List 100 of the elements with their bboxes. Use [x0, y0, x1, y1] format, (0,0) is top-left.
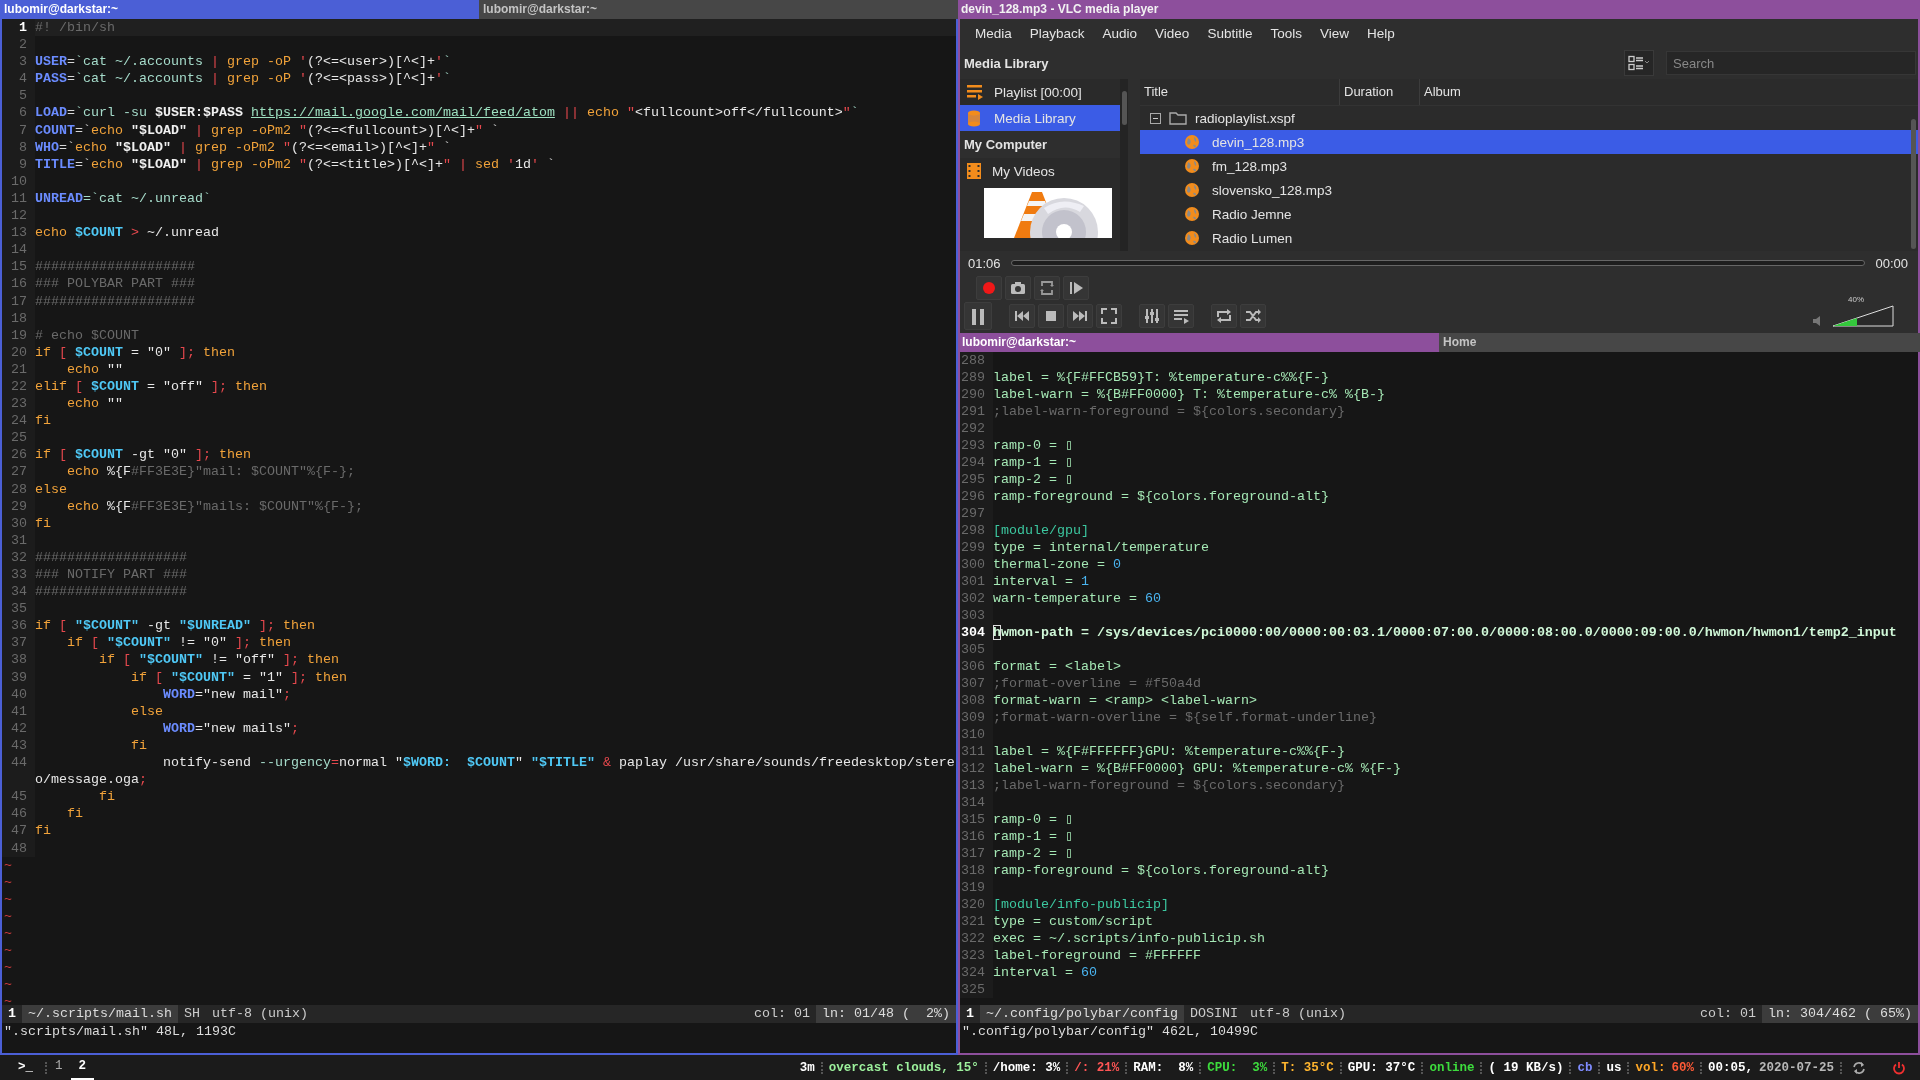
tree-row[interactable]: slovensko_128.mp3 [1140, 178, 1918, 202]
line-number: 27 [2, 463, 35, 481]
sidebar-item[interactable]: My Videos [960, 158, 1120, 184]
status-text: RAM: 8% [1133, 1060, 1194, 1075]
code-line: ;format-warn-overline = ${self.format-underline} [993, 709, 1378, 726]
line-number: 290 [960, 386, 993, 403]
empty-line-marker: ~ [3, 856, 13, 874]
line-number: 319 [960, 879, 993, 896]
pause-button[interactable] [964, 301, 992, 330]
line-number: 297 [960, 505, 993, 522]
column-header[interactable]: Duration [1340, 79, 1420, 105]
fullscreen-button[interactable] [1096, 303, 1122, 328]
line-number: 295 [960, 471, 993, 488]
line-number: 313 [960, 777, 993, 794]
globe-icon [1184, 158, 1200, 174]
tree-row[interactable]: Radio Jemne [1140, 202, 1918, 226]
equalizer-button[interactable] [1139, 303, 1165, 328]
cursor-column: col: 01 [748, 1005, 816, 1023]
menu-item[interactable]: Video [1146, 25, 1199, 41]
code-line: if [ "$COUNT" != "off" ]; then [98, 651, 340, 669]
tree-row[interactable]: Radio Lumen [1140, 226, 1918, 250]
stop-button[interactable] [1038, 303, 1064, 328]
tree-row[interactable]: fm_128.mp3 [1140, 154, 1918, 178]
camera-button[interactable] [1005, 275, 1031, 300]
sidebar-item[interactable]: Media Library [960, 105, 1120, 131]
status-text: ( 19 KB/s) [1488, 1060, 1564, 1075]
window-tab[interactable]: lubomir@darkstar:~ [958, 333, 1439, 352]
column-header[interactable]: Title [1140, 79, 1340, 105]
line-number: 36 [2, 617, 35, 635]
line-number: 15 [2, 258, 35, 276]
line-number: 34 [2, 583, 35, 601]
code-line: ;label-warn-foreground = ${colors.secondary} [993, 777, 1346, 794]
tree-row[interactable]: devin_128.mp3 [1140, 130, 1918, 154]
tree-row[interactable]: radioplaylist.xspf [1140, 106, 1918, 130]
power-icon[interactable] [1892, 1060, 1906, 1075]
menu-item[interactable]: Subtitle [1198, 25, 1262, 41]
line-number: 12 [2, 207, 35, 225]
code-line: label = %{F#FFFFFF}GPU: %temperature-c%%{F-} [993, 743, 1346, 760]
cursor-column: col: 01 [1694, 1005, 1763, 1023]
seek-bar[interactable] [1010, 260, 1866, 266]
code-line: WORD="new mails"; [162, 719, 300, 737]
menu-item[interactable]: Help [1357, 25, 1404, 41]
status-text: 00:05, [1707, 1060, 1753, 1075]
command-message: ".config/polybar/config" 462L, 10499C [961, 1023, 1259, 1041]
search-field[interactable]: Search [1666, 51, 1916, 75]
window-tab[interactable]: lubomir@darkstar:~ [0, 0, 479, 19]
shuffle-button[interactable] [1240, 303, 1266, 328]
line-number: 314 [960, 794, 993, 811]
code-line: ramp-2 = ▯ [993, 845, 1074, 862]
workspace-tab[interactable]: 1 [47, 1055, 71, 1080]
code-line: interval = 1 [993, 573, 1090, 590]
line-number: 37 [2, 634, 35, 652]
code-line: type = custom/script [993, 913, 1154, 930]
menu-item[interactable]: Playback [1020, 25, 1094, 41]
code-line: LOAD=`curl -su $USER:$PASS https://mail.google.com/mail/feed/atom || echo "<fullcount>off</fullcount>"` [35, 104, 860, 122]
globe-icon [1184, 206, 1200, 222]
status-text: vol: [1635, 1060, 1666, 1075]
elapsed-time: 01:06 [968, 255, 1001, 271]
playlist-icon [966, 84, 984, 100]
status-text: 3m [799, 1060, 815, 1075]
workspace-tab[interactable]: 2 [70, 1055, 95, 1080]
code-line: ################### [35, 583, 188, 601]
line-number: 318 [960, 862, 993, 879]
code-line: else [35, 480, 68, 498]
line-number: 322 [960, 930, 993, 947]
column-header[interactable]: Album [1420, 79, 1918, 105]
playlist-button[interactable] [1168, 303, 1194, 328]
previous-button[interactable] [1009, 303, 1035, 328]
scrollbar[interactable] [1911, 119, 1916, 249]
line-number: 1 [2, 19, 35, 37]
status-text: 60% [1671, 1060, 1694, 1075]
sidebar-item[interactable]: Playlist [00:00] [960, 79, 1120, 105]
menu-item[interactable]: Audio [1093, 25, 1147, 41]
window-tab[interactable]: Home [1439, 333, 1920, 352]
frame-step-button[interactable] [1063, 275, 1089, 300]
line-number: 6 [2, 104, 35, 122]
next-button[interactable] [1067, 303, 1093, 328]
refresh-icon[interactable] [1852, 1060, 1866, 1075]
menu-item[interactable]: Media [966, 25, 1021, 41]
view-mode-button[interactable] [1624, 50, 1654, 76]
speaker-icon[interactable] [1812, 314, 1822, 327]
code-line: echo %{F#FF3E3E}"mails: $COUNT"%{F-}; [66, 497, 364, 515]
line-number: 316 [960, 828, 993, 845]
volume-slider[interactable] [1832, 304, 1894, 327]
code-line: ################### [35, 548, 188, 566]
empty-line-marker: ~ [3, 907, 13, 925]
record-button[interactable] [976, 275, 1002, 300]
section-title: Media Library [964, 55, 1050, 71]
line-number: 307 [960, 675, 993, 692]
code-line: label-warn = %{B#FF0000} T: %temperature-c% %{B-} [993, 386, 1386, 403]
scrollbar[interactable] [1120, 79, 1128, 251]
collapse-icon[interactable] [1150, 112, 1161, 124]
menu-item[interactable]: Tools [1261, 25, 1311, 41]
ab-loop-button[interactable] [1034, 275, 1060, 300]
repeat-button[interactable] [1211, 303, 1237, 328]
menu-item[interactable]: View [1310, 25, 1358, 41]
line-number: 317 [960, 845, 993, 862]
window-tab[interactable]: lubomir@darkstar:~ [479, 0, 958, 19]
line-number: 309 [960, 709, 993, 726]
file-path: ~/.scripts/mail.sh [22, 1005, 178, 1023]
